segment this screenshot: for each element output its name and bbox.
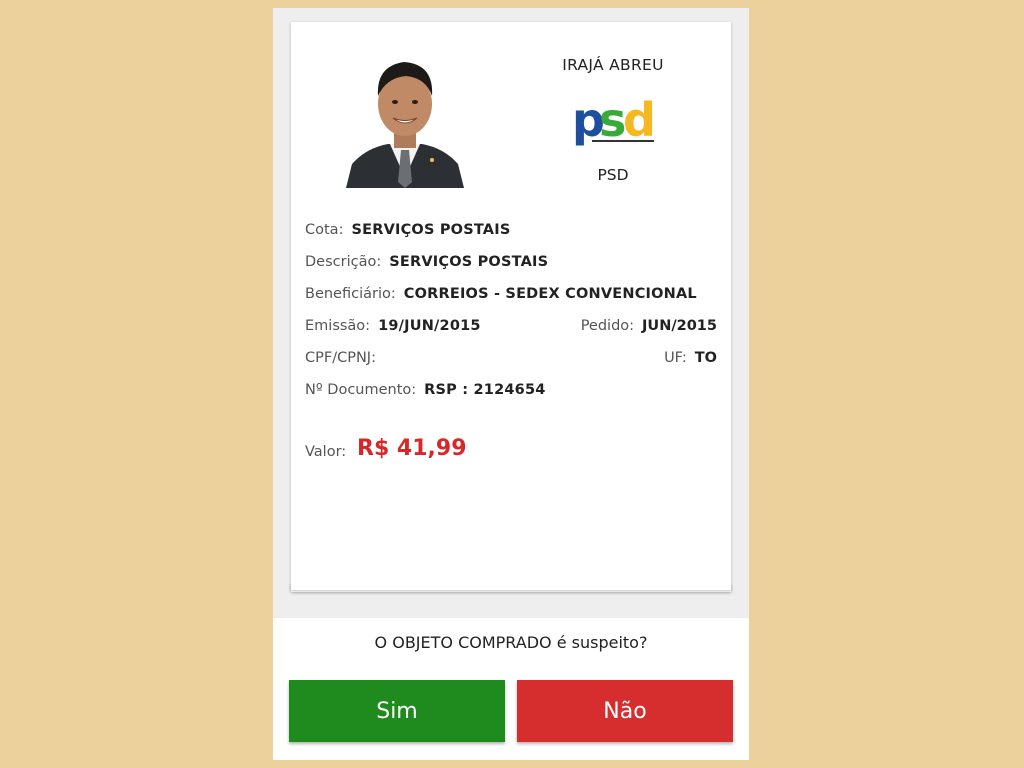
suspicion-question: O OBJETO COMPRADO é suspeito? bbox=[374, 633, 648, 652]
uf-row: UF: TO bbox=[664, 350, 717, 366]
documento-row: Nº Documento: RSP : 2124654 bbox=[305, 382, 546, 398]
pedido-label: Pedido: bbox=[580, 318, 635, 334]
documento-value: RSP : 2124654 bbox=[424, 382, 546, 398]
uf-label: UF: bbox=[664, 350, 687, 366]
uf-value: TO bbox=[694, 350, 717, 366]
beneficiario-label: Beneficiário: bbox=[305, 286, 396, 302]
descricao-row: Descrição: SERVIÇOS POSTAIS bbox=[305, 254, 548, 270]
beneficiario-value: CORREIOS - SEDEX CONVENCIONAL bbox=[403, 286, 697, 302]
cota-row: Cota: SERVIÇOS POSTAIS bbox=[305, 222, 510, 238]
pedido-value: JUN/2015 bbox=[642, 318, 717, 334]
emissao-value: 19/JUN/2015 bbox=[378, 318, 481, 334]
valor-value: R$ 41,99 bbox=[357, 436, 467, 461]
app-screen: IRAJÁ ABREU p s d PSD Cota: SERVIÇOS POST… bbox=[273, 8, 749, 760]
svg-text:s: s bbox=[599, 93, 625, 146]
question-panel: O OBJETO COMPRADO é suspeito? Sim Não bbox=[273, 618, 749, 760]
yes-button[interactable]: Sim bbox=[289, 680, 505, 742]
descricao-value: SERVIÇOS POSTAIS bbox=[389, 254, 549, 270]
cpf-label: CPF/CPNJ: bbox=[305, 350, 376, 366]
pedido-row: Pedido: JUN/2015 bbox=[581, 318, 717, 334]
descricao-label: Descrição: bbox=[305, 254, 382, 270]
party-name: PSD bbox=[597, 166, 629, 184]
cota-label: Cota: bbox=[305, 222, 344, 238]
emissao-label: Emissão: bbox=[305, 318, 371, 334]
cpf-row: CPF/CPNJ: bbox=[305, 350, 384, 366]
documento-label: Nº Documento: bbox=[305, 382, 417, 398]
politician-photo bbox=[346, 52, 464, 188]
cota-value: SERVIÇOS POSTAIS bbox=[351, 222, 511, 238]
politician-name: IRAJÁ ABREU bbox=[562, 56, 664, 74]
expense-card: IRAJÁ ABREU p s d PSD Cota: SERVIÇOS POST… bbox=[291, 22, 731, 590]
svg-text:d: d bbox=[623, 93, 653, 146]
party-logo: p s d bbox=[572, 92, 658, 147]
valor-label: Valor: bbox=[305, 444, 347, 460]
no-button[interactable]: Não bbox=[517, 680, 733, 742]
beneficiario-row: Beneficiário: CORREIOS - SEDEX CONVENCION… bbox=[305, 286, 697, 302]
emissao-row: Emissão: 19/JUN/2015 bbox=[305, 318, 481, 334]
